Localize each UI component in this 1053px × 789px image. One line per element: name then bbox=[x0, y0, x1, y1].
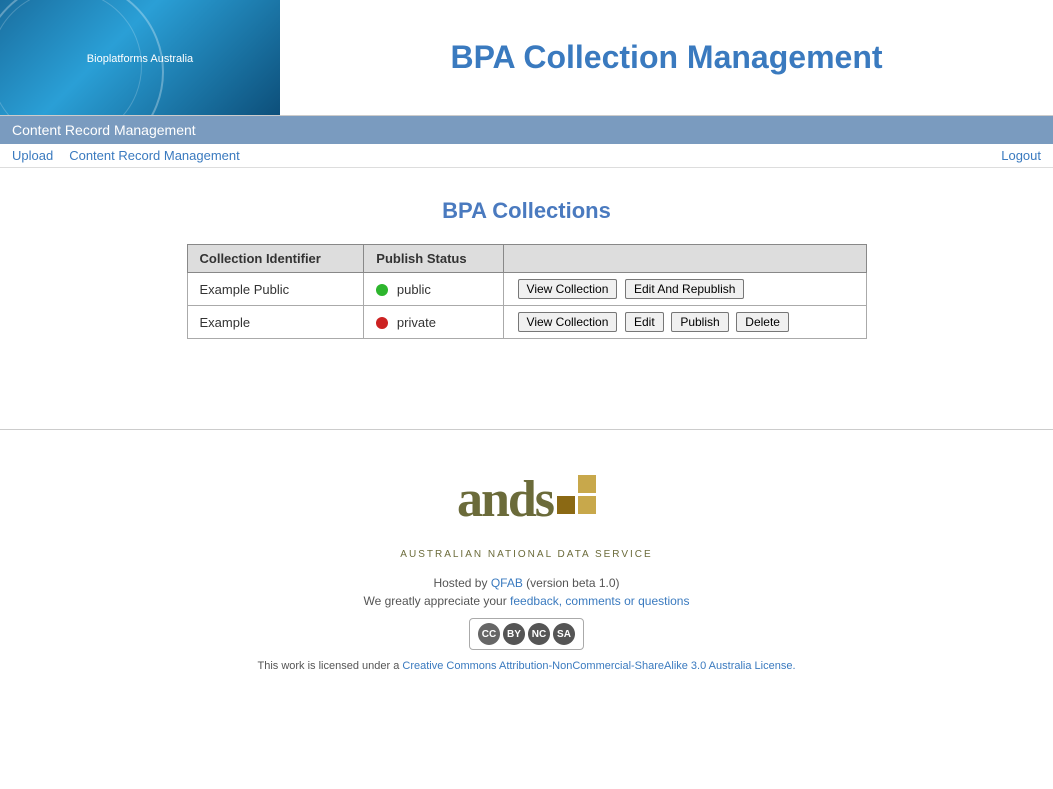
ands-text: ands bbox=[457, 470, 553, 529]
logo-area: Bioplatforms Australia bbox=[0, 0, 280, 115]
col-status: Publish Status bbox=[364, 245, 503, 273]
ands-subtitle: AUSTRALIAN NATIONAL DATA SERVICE bbox=[20, 549, 1033, 560]
appreciate-text: We greatly appreciate your bbox=[364, 594, 507, 608]
logout-link[interactable]: Logout bbox=[1001, 148, 1041, 163]
qfab-link[interactable]: QFAB bbox=[491, 576, 523, 590]
nc-icon: NC bbox=[528, 623, 550, 645]
header: Bioplatforms Australia BPA Collection Ma… bbox=[0, 0, 1053, 116]
delete-button-2[interactable]: Delete bbox=[736, 312, 789, 332]
footer: ands AUSTRALIAN NATIONAL DATA SERVICE Ho… bbox=[0, 430, 1053, 692]
status-dot-red-2 bbox=[376, 317, 388, 329]
username: test bbox=[970, 148, 993, 163]
collection-actions-2: View Collection Edit Publish Delete bbox=[503, 306, 866, 339]
nav-bar: Content Record Management bbox=[0, 116, 1053, 144]
ands-box-row-top bbox=[557, 475, 596, 493]
site-title: BPA Collection Management bbox=[280, 19, 1053, 96]
footer-license: This work is licensed under a Creative C… bbox=[20, 660, 1033, 672]
main-content: BPA Collections Collection Identifier Pu… bbox=[0, 168, 1053, 369]
collection-status-2: private bbox=[364, 306, 503, 339]
nav-bar-title: Content Record Management bbox=[12, 122, 196, 138]
login-info: Logged in as: test Logout bbox=[889, 148, 1041, 163]
status-label-1: public bbox=[397, 282, 431, 297]
sa-icon: SA bbox=[553, 623, 575, 645]
collection-identifier-1: Example Public bbox=[187, 273, 364, 306]
logo-text: Bioplatforms Australia bbox=[87, 51, 193, 65]
logo-label: Bioplatforms Australia bbox=[87, 53, 193, 65]
license-prefix: This work is licensed under a bbox=[257, 660, 399, 672]
breadcrumb-left: Content Record Management bbox=[12, 122, 196, 138]
breadcrumb: Content Record Management bbox=[12, 122, 1041, 138]
table-row: Example Public public View Collection Ed… bbox=[187, 273, 866, 306]
col-identifier: Collection Identifier bbox=[187, 245, 364, 273]
cc-badge-container: CC BY NC SA bbox=[469, 618, 584, 650]
footer-appreciate: We greatly appreciate your feedback, com… bbox=[20, 594, 1033, 608]
cc-badge: CC BY NC SA bbox=[20, 618, 1033, 650]
publish-button-2[interactable]: Publish bbox=[671, 312, 728, 332]
table-row: Example private View Collection Edit Pub… bbox=[187, 306, 866, 339]
edit-button-2[interactable]: Edit bbox=[625, 312, 664, 332]
sub-nav: Upload Content Record Management Logged … bbox=[0, 144, 1053, 168]
view-collection-button-1[interactable]: View Collection bbox=[518, 279, 618, 299]
by-icon: BY bbox=[503, 623, 525, 645]
view-collection-button-2[interactable]: View Collection bbox=[518, 312, 618, 332]
logged-in-label: Logged in as: bbox=[889, 148, 967, 163]
col-actions bbox=[503, 245, 866, 273]
collection-actions-1: View Collection Edit And Republish bbox=[503, 273, 866, 306]
table-header-row: Collection Identifier Publish Status bbox=[187, 245, 866, 273]
collections-table: Collection Identifier Publish Status Exa… bbox=[187, 244, 867, 339]
box-gold-top-right bbox=[578, 475, 596, 493]
collection-status-1: public bbox=[364, 273, 503, 306]
status-label-2: private bbox=[397, 315, 436, 330]
edit-republish-button-1[interactable]: Edit And Republish bbox=[625, 279, 744, 299]
ands-box-row-bottom bbox=[557, 496, 596, 514]
version-label: (version beta 1.0) bbox=[526, 576, 619, 590]
ands-box-logo bbox=[557, 475, 596, 514]
hosted-by-label: Hosted by bbox=[433, 576, 487, 590]
collection-identifier-2: Example bbox=[187, 306, 364, 339]
license-link[interactable]: Creative Commons Attribution-NonCommerci… bbox=[402, 660, 795, 672]
table-body: Example Public public View Collection Ed… bbox=[187, 273, 866, 339]
content-record-management-link[interactable]: Content Record Management bbox=[69, 148, 240, 163]
footer-hosted: Hosted by QFAB (version beta 1.0) bbox=[20, 576, 1033, 590]
sub-nav-links: Upload Content Record Management bbox=[12, 148, 240, 163]
feedback-link[interactable]: feedback, comments or questions bbox=[510, 594, 689, 608]
box-brown-bottom-left bbox=[557, 496, 575, 514]
ands-logo: ands bbox=[20, 470, 1033, 529]
box-gold-bottom-right bbox=[578, 496, 596, 514]
status-dot-green-1 bbox=[376, 284, 388, 296]
page-heading: BPA Collections bbox=[20, 198, 1033, 224]
cc-icon: CC bbox=[478, 623, 500, 645]
box-empty-top-left bbox=[557, 475, 575, 493]
upload-link[interactable]: Upload bbox=[12, 148, 53, 163]
